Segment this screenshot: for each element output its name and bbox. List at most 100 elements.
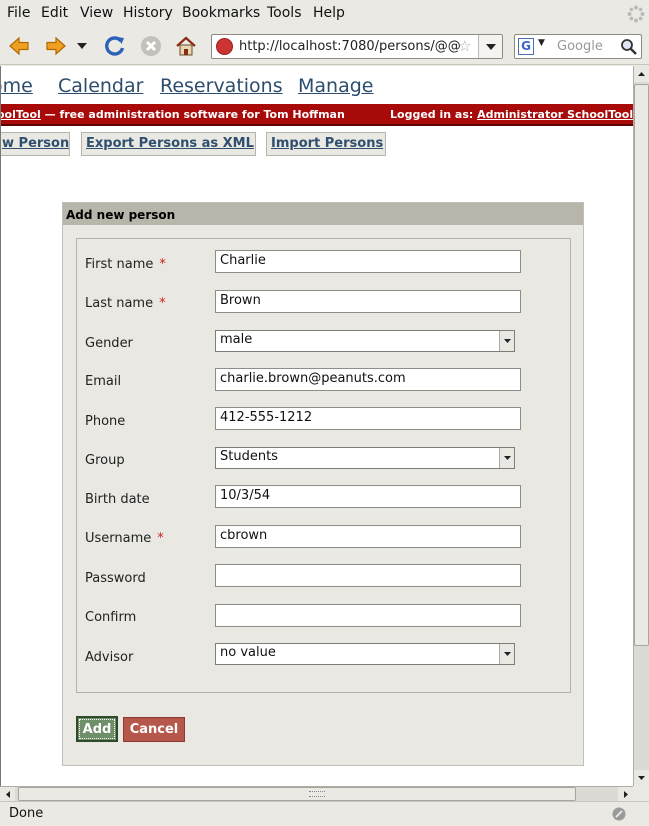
url-history-dropdown[interactable] [478, 35, 502, 58]
export-persons-xml-button[interactable]: Export Persons as XML [81, 132, 256, 156]
confirm-label: Confirm [85, 610, 137, 625]
forward-arrow-icon [46, 36, 66, 56]
status-text: Done [9, 806, 44, 821]
vertical-scrollbar[interactable] [633, 66, 649, 786]
schooltool-link[interactable]: oolTool [1, 108, 41, 121]
group-label: Group [85, 453, 125, 468]
email-field[interactable]: charlie.brown@peanuts.com [215, 368, 521, 391]
gender-select[interactable]: male [215, 330, 515, 352]
group-select[interactable]: Students [215, 447, 515, 469]
chevron-down-icon [503, 339, 511, 343]
back-arrow-icon [9, 36, 29, 56]
google-engine-icon[interactable]: G [518, 38, 534, 55]
search-bar[interactable]: G ▼ Google [514, 34, 642, 59]
stop-icon [141, 36, 161, 56]
arrow-right-icon [623, 790, 628, 798]
url-bar[interactable]: http://localhost:7080/persons/@@ ☆ [211, 34, 503, 59]
menu-help[interactable]: Help [313, 5, 345, 21]
person-fieldset: First name * Charlie Last name * Brown Gen… [76, 238, 571, 693]
dropdown-arrow [499, 448, 514, 468]
cancel-button[interactable]: Cancel [123, 717, 185, 742]
banner-left: oolTool — free administration software f… [1, 108, 345, 121]
email-label: Email [85, 374, 122, 389]
dropdown-arrow [499, 331, 514, 351]
horizontal-scrollbar[interactable] [0, 786, 633, 801]
advisor-label: Advisor [85, 650, 134, 665]
birth-date-field[interactable]: 10/3/54 [215, 485, 521, 508]
reload-button[interactable] [102, 33, 128, 59]
search-icon[interactable] [620, 38, 638, 56]
username-label: Username * [85, 531, 164, 546]
site-favicon-icon [216, 38, 233, 55]
scroll-left-button[interactable] [0, 787, 15, 801]
import-persons-button[interactable]: Import Persons [266, 132, 386, 156]
stop-button[interactable] [138, 33, 164, 59]
add-button[interactable]: Add [76, 716, 118, 742]
search-input[interactable]: Google [557, 39, 617, 54]
chevron-down-icon [485, 43, 496, 50]
history-dropdown-button[interactable] [74, 33, 90, 59]
phone-label: Phone [85, 414, 126, 429]
security-status-icon [612, 807, 626, 821]
throbber-icon [627, 5, 645, 23]
dropdown-arrow [499, 644, 514, 664]
chevron-down-icon [503, 652, 511, 656]
menubar: File Edit View History Bookmarks Tools H… [0, 0, 649, 27]
birth-date-label: Birth date [85, 492, 150, 507]
group-value: Students [220, 449, 278, 464]
home-button[interactable] [173, 33, 199, 59]
reload-icon [105, 36, 125, 56]
navigation-toolbar: http://localhost:7080/persons/@@ ☆ G ▼ G… [0, 27, 649, 65]
advisor-value: no value [220, 645, 276, 660]
scrollbar-corner [633, 786, 649, 801]
arrow-left-icon [5, 790, 10, 798]
url-text[interactable]: http://localhost:7080/persons/@@ [239, 39, 464, 54]
bookmark-star-icon[interactable]: ☆ [458, 37, 471, 55]
menu-view[interactable]: View [80, 5, 113, 21]
status-bar: Done [0, 801, 649, 826]
nav-link-calendar[interactable]: Calendar [58, 75, 143, 97]
menu-history[interactable]: History [123, 5, 173, 21]
username-field[interactable]: cbrown [215, 525, 521, 548]
required-marker: * [159, 257, 166, 272]
forward-button[interactable] [43, 33, 69, 59]
menu-edit[interactable]: Edit [41, 5, 68, 21]
advisor-select[interactable]: no value [215, 643, 515, 665]
first-name-field[interactable]: Charlie [215, 250, 521, 273]
chevron-down-icon[interactable]: ▼ [538, 38, 545, 48]
arrow-down-icon [638, 776, 645, 780]
password-field[interactable] [215, 564, 521, 587]
page-viewport: ome Calendar Reservations Manage oolTool… [0, 66, 633, 786]
chevron-down-icon [77, 43, 87, 49]
menu-tools[interactable]: Tools [267, 5, 302, 21]
menu-bookmarks[interactable]: Bookmarks [182, 5, 260, 21]
scroll-down-button[interactable] [634, 770, 649, 786]
current-user-link[interactable]: Administrator SchoolTool [477, 108, 633, 121]
scroll-up-button[interactable] [634, 66, 649, 82]
first-name-label: First name * [85, 257, 166, 272]
scroll-right-button[interactable] [618, 787, 633, 801]
chevron-down-icon [503, 456, 511, 460]
menu-file[interactable]: File [7, 5, 30, 21]
home-icon [176, 36, 196, 56]
confirm-password-field[interactable] [215, 604, 521, 627]
nav-link-reservations[interactable]: Reservations [160, 75, 283, 97]
logged-in-label: Logged in as: [390, 108, 478, 121]
form-title: Add new person [63, 203, 583, 225]
gender-value: male [220, 332, 253, 347]
banner-tagline: — free administration software for Tom H… [40, 108, 345, 121]
vertical-scroll-thumb[interactable] [634, 84, 649, 646]
new-person-button[interactable]: w Person [1, 132, 70, 156]
back-button[interactable] [6, 33, 32, 59]
required-marker: * [157, 531, 164, 546]
gender-label: Gender [85, 336, 133, 351]
arrow-up-icon [638, 72, 645, 76]
add-person-form: Add new person First name * Charlie Last … [62, 202, 584, 766]
last-name-field[interactable]: Brown [215, 290, 521, 313]
password-label: Password [85, 571, 146, 586]
phone-field[interactable]: 412-555-1212 [215, 407, 521, 430]
horizontal-scroll-thumb[interactable] [18, 787, 576, 801]
scroll-grip [309, 791, 325, 797]
nav-link-manage[interactable]: Manage [298, 75, 373, 97]
nav-link-home[interactable]: ome [1, 75, 33, 97]
